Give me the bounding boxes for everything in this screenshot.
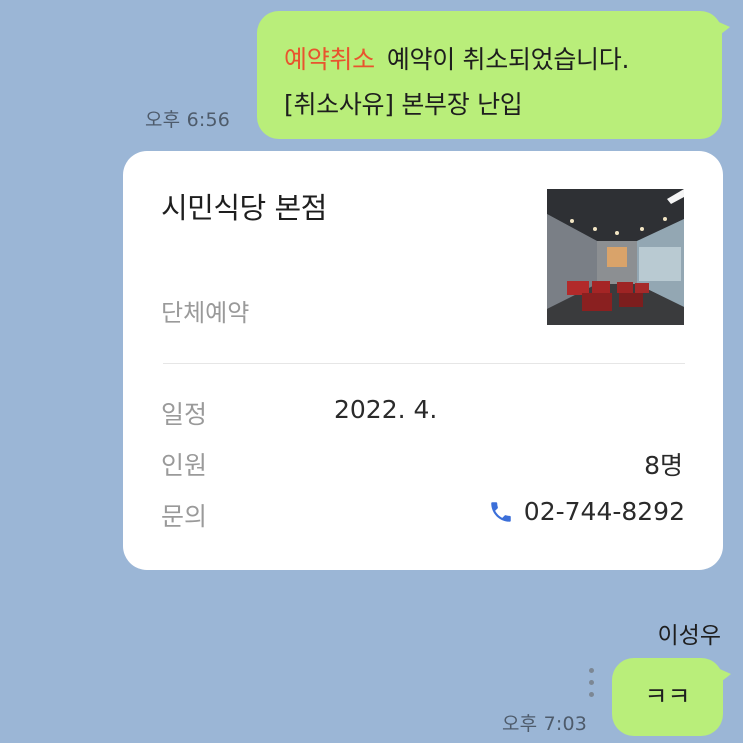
restaurant-interior-image: [547, 189, 684, 325]
message-timestamp: 오후 7:03: [502, 713, 588, 735]
dot: [588, 692, 594, 697]
dot: [588, 668, 594, 673]
reservation-type: 단체예약: [161, 299, 250, 327]
date-label: 일정: [161, 400, 208, 429]
sender-name: 이성우: [657, 623, 721, 649]
card-divider: [163, 363, 685, 364]
bubble-tail: [713, 666, 731, 688]
people-label: 인원: [161, 451, 208, 480]
bubble-tail: [712, 19, 730, 41]
cancel-text: 예약이 취소되었습니다.: [386, 45, 630, 74]
people-value: 8명: [644, 451, 683, 480]
contact-label: 문의: [161, 502, 208, 531]
date-value: 2022. 4.: [334, 395, 438, 424]
cancel-tag: 예약취소: [284, 45, 375, 74]
restaurant-photo[interactable]: [547, 189, 684, 325]
more-vertical-icon[interactable]: [586, 668, 596, 708]
restaurant-name: 시민식당 본점: [161, 191, 327, 225]
message-line-2: [취소사유] 본부장 난입: [284, 90, 523, 119]
message-line-1: 예약취소 예약이 취소되었습니다.: [284, 37, 722, 82]
contact-phone-number: 02-744-8292: [523, 497, 685, 526]
contact-phone-link[interactable]: 02-744-8292: [488, 497, 685, 526]
message-timestamp: 오후 6:56: [145, 109, 231, 131]
reservation-card[interactable]: 시민식당 본점 단체예약 일정 2022. 4. 인원 8명 문의 02-744…: [123, 151, 723, 570]
reservation-cancel-message[interactable]: 예약취소 예약이 취소되었습니다. [취소사유] 본부장 난입: [257, 11, 730, 139]
reply-message[interactable]: ㅋㅋ: [612, 658, 731, 736]
phone-icon: [488, 499, 514, 525]
dot: [588, 680, 594, 685]
reply-text: ㅋㅋ: [644, 682, 691, 711]
